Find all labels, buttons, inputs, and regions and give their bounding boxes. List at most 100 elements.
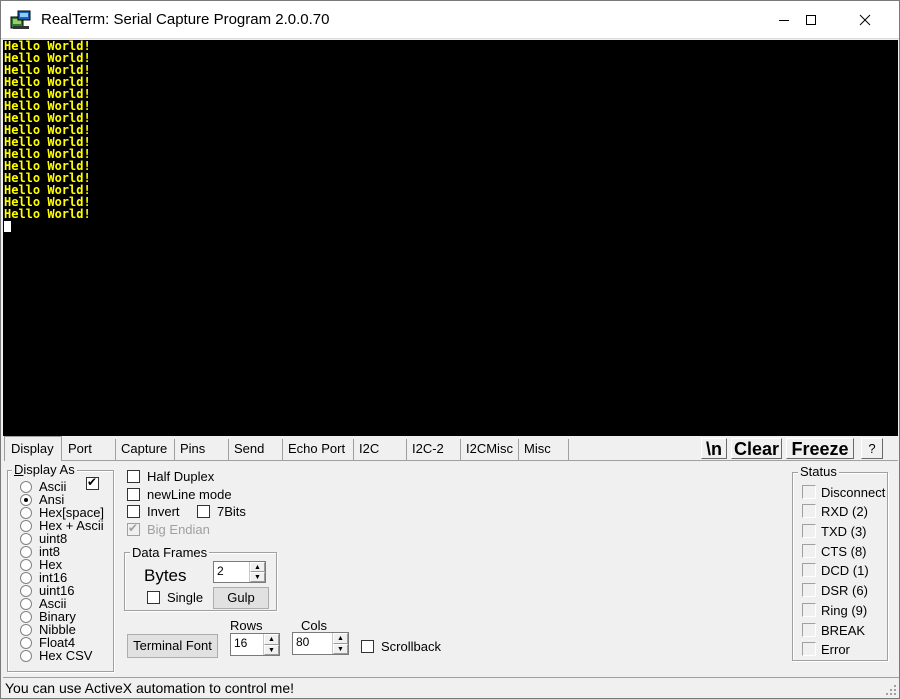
radio-button-selected[interactable] [20,493,32,506]
newline-mode-checkbox[interactable] [127,487,140,501]
tab-pins[interactable]: Pins [175,439,229,460]
radio-button[interactable] [20,480,32,493]
seven-bits-checkbox[interactable] [197,504,210,518]
radio-button[interactable] [20,558,32,571]
freeze-button[interactable]: Freeze [786,438,854,459]
maximize-button[interactable] [788,1,834,39]
single-checkbox[interactable] [147,590,160,604]
led-indicator [802,504,816,518]
cols-spinner-arrows[interactable]: ▲ ▼ [332,633,348,654]
newline-mode-option[interactable]: newLine mode [127,486,232,502]
rows-value: 16 [234,636,248,650]
terminal-line: Hello World! [4,99,91,113]
status-dsr: DSR (6) [802,582,868,598]
radio-button[interactable] [20,623,32,636]
radio-button[interactable] [20,506,32,519]
terminal-output[interactable]: Hello World! Hello World! Hello World! H… [3,40,898,436]
scrollback-option[interactable]: Scrollback [361,638,441,654]
spin-down-icon[interactable]: ▼ [333,643,348,654]
tab-send[interactable]: Send [229,439,283,460]
radio-label: Hex CSV [39,648,93,663]
led-indicator[interactable] [802,623,816,637]
invert-option[interactable]: Invert [127,503,180,519]
bytes-spinner-arrows[interactable]: ▲ ▼ [249,562,265,582]
tab-i2c-2[interactable]: I2C-2 [407,439,461,460]
led-indicator [802,563,816,577]
single-label: Single [167,589,204,605]
spin-up-icon[interactable]: ▲ [333,633,348,644]
status-dcd: DCD (1) [802,562,869,578]
tab-echo-port[interactable]: Echo Port [283,439,354,460]
status-error: Error [802,641,850,657]
status-label: Ring (9) [821,602,868,618]
led-indicator [802,603,816,617]
seven-bits-label: 7Bits [217,503,246,519]
tab-port[interactable]: Port [63,439,116,460]
tab-i2c[interactable]: I2C [354,439,407,460]
spin-up-icon[interactable]: ▲ [250,562,265,572]
spin-down-icon[interactable]: ▼ [264,644,279,655]
terminal-line: Hello World! [4,51,91,65]
rows-spinner-arrows[interactable]: ▲ ▼ [263,634,279,655]
half-duplex-checkbox[interactable] [127,469,140,483]
tab-display[interactable]: Display [4,436,62,461]
tab-capture[interactable]: Capture [116,439,175,460]
radio-button[interactable] [20,610,32,623]
led-indicator [802,524,816,538]
cols-spinner[interactable]: 80 ▲ ▼ [292,632,349,655]
big-endian-label: Big Endian [147,521,210,537]
spin-down-icon[interactable]: ▼ [250,572,265,582]
tab-i2cmisc[interactable]: I2CMisc [461,439,519,460]
radio-button[interactable] [20,532,32,545]
radio-hex-csv[interactable]: Hex CSV [20,649,92,662]
radio-button[interactable] [20,571,32,584]
radio-button[interactable] [20,636,32,649]
status-label: BREAK [821,622,866,638]
status-message: You can use ActiveX automation to contro… [5,680,294,696]
bytes-label: Bytes [144,566,187,585]
terminal-line: Hello World! [4,135,91,149]
invert-checkbox[interactable] [127,504,140,518]
led-indicator [802,642,816,656]
terminal-line: Hello World! [4,195,91,209]
status-label: TXD (3) [821,523,867,539]
status-indicators: Disconnect RXD (2) TXD (3) CTS (8) DCD (… [792,472,888,661]
status-disconnect: Disconnect [802,484,885,500]
scrollback-checkbox[interactable] [361,639,374,653]
tab-misc[interactable]: Misc [519,439,569,460]
status-txd: TXD (3) [802,523,867,539]
radio-button[interactable] [20,584,32,597]
clear-button[interactable]: Clear [731,438,782,459]
title-bar[interactable]: RealTerm: Serial Capture Program 2.0.0.7… [1,1,899,39]
spin-up-icon[interactable]: ▲ [264,634,279,645]
seven-bits-option[interactable]: 7Bits [197,503,246,519]
terminal-line: Hello World! [4,75,91,89]
status-label: Error [821,641,850,657]
radio-button[interactable] [20,597,32,610]
status-break[interactable]: BREAK [802,622,865,638]
resize-grip-icon[interactable] [885,684,897,696]
status-bar: You can use ActiveX automation to contro… [3,677,899,698]
close-button[interactable] [842,1,888,39]
gulp-button[interactable]: Gulp [213,587,269,609]
help-button[interactable]: ? [861,438,883,459]
terminal-font-button[interactable]: Terminal Font [127,634,218,658]
half-duplex-option[interactable]: Half Duplex [127,468,214,484]
radio-button[interactable] [20,519,32,532]
display-as-checkbox[interactable] [86,475,99,490]
newline-button[interactable]: \n [701,438,727,459]
radio-button[interactable] [20,545,32,558]
tab-divider [4,460,898,461]
close-icon [859,14,871,26]
status-label: DSR (6) [821,582,868,598]
window-title: RealTerm: Serial Capture Program 2.0.0.7… [41,11,330,28]
radio-button[interactable] [20,649,32,662]
single-option[interactable]: Single [147,589,203,605]
big-endian-option[interactable]: Big Endian [127,521,210,537]
data-frames-label: Data Frames [130,545,210,560]
big-endian-checkbox[interactable] [127,521,140,536]
led-indicator [802,544,816,558]
bytes-spinner[interactable]: 2 ▲ ▼ [213,561,266,583]
status-label: Disconnect [821,484,886,500]
rows-spinner[interactable]: 16 ▲ ▼ [230,633,280,656]
